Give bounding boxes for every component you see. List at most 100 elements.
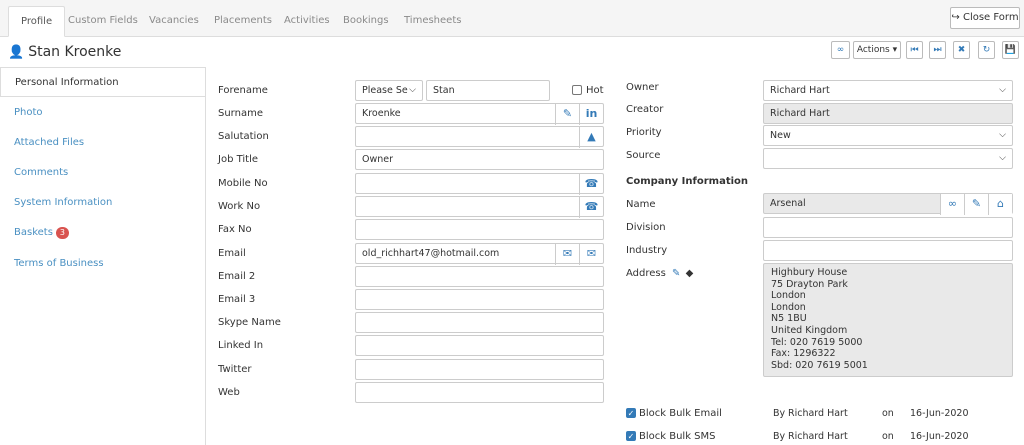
twitter-input[interactable]	[355, 359, 604, 380]
sidebar-item-comments[interactable]: Comments	[0, 158, 205, 188]
industry-input[interactable]	[763, 240, 1013, 261]
block-email-by-label: By	[773, 408, 786, 419]
block-bulk-email-label: Block Bulk Email	[639, 408, 722, 419]
edit-icon[interactable]: ✎	[964, 194, 988, 215]
address-line: London	[771, 290, 806, 302]
skype-input[interactable]	[355, 312, 604, 333]
link-icon[interactable]: ∞	[940, 194, 964, 215]
linkedin-icon[interactable]: in	[579, 104, 603, 125]
first-icon: ⏮	[910, 45, 919, 55]
chevron-down-icon: ⌵	[409, 85, 416, 95]
source-select[interactable]: ⌵	[763, 148, 1013, 169]
chevron-down-icon: ⌵	[999, 153, 1006, 163]
email3-input[interactable]	[355, 289, 604, 310]
division-input[interactable]	[763, 217, 1013, 238]
envelope-edit-icon[interactable]: ✉	[579, 244, 603, 265]
company-name-label: Name	[626, 199, 656, 210]
refresh-icon: ↻	[982, 45, 991, 55]
edit-icon[interactable]: ✎	[672, 268, 680, 279]
envelope-icon[interactable]: ✉	[555, 244, 579, 265]
source-label: Source	[626, 150, 661, 161]
first-record-button[interactable]: ⏮	[906, 41, 923, 59]
mobile-input[interactable]: ☎	[355, 173, 604, 195]
save-button[interactable]: 💾	[1002, 41, 1019, 59]
user-icon[interactable]: ▲	[579, 127, 603, 148]
address-line: Tel: 020 7619 5000	[771, 336, 863, 348]
address-field: Highbury House 75 Drayton Park London Lo…	[763, 263, 1013, 377]
sidebar-item-label: Baskets	[14, 227, 53, 238]
sidebar-item-terms-of-business[interactable]: Terms of Business	[0, 249, 205, 279]
block-sms-by-label: By	[773, 431, 786, 442]
surname-label: Surname	[218, 108, 263, 119]
sidebar-item-baskets[interactable]: Baskets 3	[0, 218, 205, 248]
owner-select[interactable]: Richard Hart ⌵	[763, 80, 1013, 101]
industry-label: Industry	[626, 245, 668, 256]
block-sms-by-value: Richard Hart	[788, 431, 848, 442]
block-sms-date: 16-Jun-2020	[910, 431, 969, 442]
title-select[interactable]: Please Se ⌵	[355, 80, 423, 101]
block-email-date: 16-Jun-2020	[910, 408, 969, 419]
company-information-heading: Company Information	[626, 176, 749, 187]
chevron-down-icon: ⌵	[999, 85, 1006, 95]
sidebar-item-attached-files[interactable]: Attached Files	[0, 128, 205, 158]
last-record-button[interactable]: ⏭	[929, 41, 946, 59]
fax-input[interactable]	[355, 219, 604, 240]
page-title: 👤 Stan Kroenke	[8, 44, 121, 60]
tab-custom-fields[interactable]: Custom Fields	[56, 6, 150, 37]
email-input[interactable]: old_richhart47@hotmail.com ✉ ✉	[355, 243, 604, 265]
address-line: Sbd: 020 7619 5001	[771, 359, 868, 371]
tab-timesheets[interactable]: Timesheets	[392, 6, 473, 37]
forename-input[interactable]: Stan	[426, 80, 550, 101]
block-bulk-sms-checkbox[interactable]: ✓	[626, 431, 636, 441]
nav-divider	[205, 67, 206, 445]
priority-label: Priority	[626, 127, 662, 138]
directions-icon[interactable]: ◆	[686, 268, 694, 279]
mobile-label: Mobile No	[218, 178, 268, 189]
chevron-down-icon: ⌵	[999, 130, 1006, 140]
address-line: Highbury House	[771, 267, 848, 278]
address-line: United Kingdom	[771, 324, 848, 336]
sidebar-item-photo[interactable]: Photo	[0, 98, 205, 128]
work-no-input[interactable]: ☎	[355, 196, 604, 218]
hot-label: Hot	[586, 85, 604, 96]
close-icon: ✖	[957, 45, 966, 55]
user-icon: 👤	[8, 45, 25, 60]
surname-input[interactable]: Kroenke ✎ in	[355, 103, 604, 125]
tab-vacancies[interactable]: Vacancies	[137, 6, 211, 37]
exit-icon: ↪	[951, 12, 960, 23]
job-title-label: Job Title	[218, 154, 259, 165]
job-title-input[interactable]: Owner	[355, 149, 604, 170]
tab-bar: Profile Custom Fields Vacancies Placemen…	[0, 0, 1024, 37]
last-icon: ⏭	[933, 45, 942, 55]
linkedin-input[interactable]	[355, 335, 604, 356]
web-label: Web	[218, 387, 240, 398]
priority-select[interactable]: New ⌵	[763, 125, 1013, 146]
delete-button[interactable]: ✖	[953, 41, 970, 59]
creator-label: Creator	[626, 104, 664, 115]
close-form-button[interactable]: ↪ Close Form	[950, 7, 1020, 29]
hot-checkbox[interactable]	[572, 85, 582, 95]
phone-icon[interactable]: ☎	[579, 174, 603, 195]
fax-label: Fax No	[218, 224, 252, 235]
owner-label: Owner	[626, 82, 659, 93]
sidebar-item-system-information[interactable]: System Information	[0, 188, 205, 218]
sidebar-item-personal-information[interactable]: Personal Information	[0, 67, 205, 97]
tab-bookings[interactable]: Bookings	[331, 6, 401, 37]
company-name-field: Arsenal ∞ ✎ ⌂	[763, 193, 1013, 215]
edit-icon[interactable]: ✎	[555, 104, 579, 125]
home-icon[interactable]: ⌂	[988, 194, 1012, 215]
email3-label: Email 3	[218, 294, 256, 305]
refresh-button[interactable]: ↻	[978, 41, 995, 59]
salutation-input[interactable]: ▲	[355, 126, 604, 148]
actions-dropdown-button[interactable]: Actions ▾	[853, 41, 901, 59]
address-line: London	[771, 301, 806, 313]
email2-input[interactable]	[355, 266, 604, 287]
block-bulk-email-checkbox[interactable]: ✓	[626, 408, 636, 418]
link-icon-button[interactable]: ∞	[831, 41, 850, 59]
phone-icon[interactable]: ☎	[579, 197, 603, 218]
save-icon: 💾	[1004, 45, 1017, 55]
email-label: Email	[218, 248, 246, 259]
division-label: Division	[626, 222, 666, 233]
web-input[interactable]	[355, 382, 604, 403]
chain-icon: ∞	[836, 45, 845, 55]
